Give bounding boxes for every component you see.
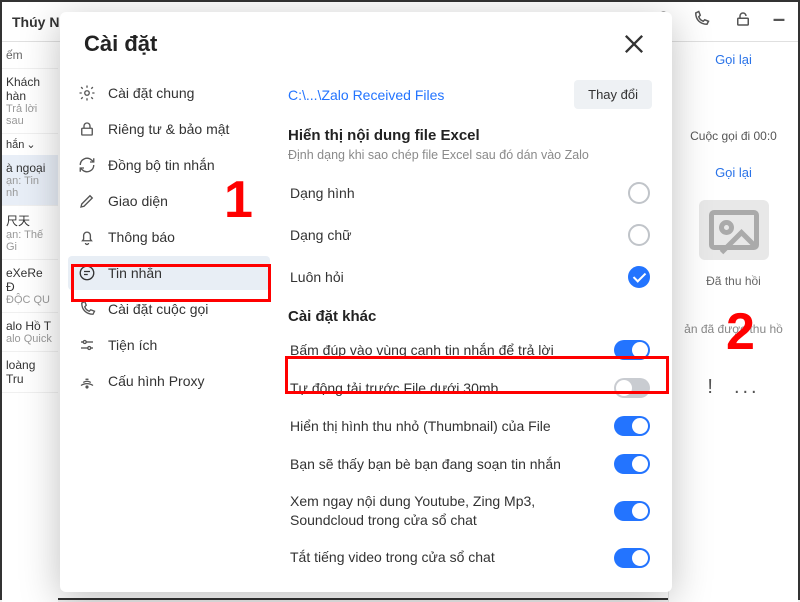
sidebar-item-messages[interactable]: Tin nhắn <box>68 256 270 290</box>
bell-icon <box>78 228 96 246</box>
phone-icon <box>78 300 96 318</box>
radio-icon <box>628 224 650 246</box>
lock-icon[interactable] <box>734 10 752 28</box>
lock-icon <box>78 120 96 138</box>
more-actions[interactable]: !... <box>669 366 798 409</box>
sidebar-item-notifications[interactable]: Thông báo <box>68 220 270 254</box>
toggle-mute-video[interactable]: Tắt tiếng video trong cửa sổ chat <box>288 539 652 577</box>
radio-option-text[interactable]: Dạng chữ <box>288 214 652 256</box>
window-controls: – <box>656 10 788 28</box>
list-item: à ngoạiạn: Tin nh <box>2 155 58 206</box>
radio-checked-icon <box>628 266 650 288</box>
toggle-switch <box>614 340 650 360</box>
toggle-media-preview[interactable]: Xem ngay nội dung Youtube, Zing Mp3, Sou… <box>288 483 652 539</box>
bg-chat-list: ếm Khách hànTrả lời sau hắn⌄ à ngoạiạn: … <box>2 42 58 602</box>
settings-content: C:\...\Zalo Received Files Thay đổi Hiển… <box>278 70 672 592</box>
list-item: alo Hồ Talo Quick <box>2 313 58 352</box>
signal-icon <box>78 372 96 390</box>
sidebar-item-proxy[interactable]: Cấu hình Proxy <box>68 364 270 398</box>
callback-pill[interactable]: Gọi lại <box>669 155 798 190</box>
phone-icon[interactable] <box>692 10 710 28</box>
list-item: 尺天ạn: Thế Gi <box>2 206 58 260</box>
toggle-switch <box>614 501 650 521</box>
toggle-label: Bạn sẽ thấy bạn bè bạn đang soạn tin nhắ… <box>290 455 604 474</box>
radio-option-ask[interactable]: Luôn hỏi <box>288 256 652 298</box>
close-button[interactable] <box>620 30 648 58</box>
other-section-title: Cài đặt khác <box>288 308 652 325</box>
settings-sidebar: Cài đặt chung Riêng tư & bảo mật Đồng bộ… <box>60 70 278 592</box>
sidebar-item-label: Tiện ích <box>108 337 157 353</box>
sidebar-item-sync[interactable]: Đồng bộ tin nhắn <box>68 148 270 182</box>
sidebar-item-label: Riêng tư & bảo mật <box>108 121 229 137</box>
sync-icon <box>78 156 96 174</box>
list-item: Khách hànTrả lời sau <box>2 69 58 134</box>
excel-section-title: Hiển thị nội dung file Excel <box>288 127 652 144</box>
sidebar-item-privacy[interactable]: Riêng tư & bảo mật <box>68 112 270 146</box>
list-item: loàng Tru <box>2 352 58 393</box>
modal-title: Cài đặt <box>84 31 157 57</box>
list-item: eXeRe ĐĐỘC QU <box>2 260 58 313</box>
sidebar-item-general[interactable]: Cài đặt chung <box>68 76 270 110</box>
gear-icon <box>78 84 96 102</box>
pin-dropdown[interactable]: hắn⌄ <box>2 134 58 155</box>
toggle-thumbnail[interactable]: Hiển thị hình thu nhỏ (Thumbnail) của Fi… <box>288 407 652 445</box>
modal-header: Cài đặt <box>60 12 672 70</box>
radio-icon <box>628 182 650 204</box>
toggle-label: Hiển thị hình thu nhỏ (Thumbnail) của Fi… <box>290 417 604 436</box>
toggle-label: Xem ngay nội dung Youtube, Zing Mp3, Sou… <box>290 492 604 530</box>
callback-pill[interactable]: Gọi lại <box>669 42 798 77</box>
radio-option-image[interactable]: Dạng hình <box>288 172 652 214</box>
toggle-switch <box>614 548 650 568</box>
sidebar-item-theme[interactable]: Giao diện <box>68 184 270 218</box>
toggle-doubleclick-reply[interactable]: Bấm đúp vào vùng cạnh tin nhắn để trả lờ… <box>288 331 652 369</box>
chat-icon <box>78 264 96 282</box>
pencil-icon <box>78 192 96 210</box>
sidebar-item-label: Giao diện <box>108 193 168 209</box>
sidebar-item-label: Tin nhắn <box>108 265 162 281</box>
radio-label: Dạng chữ <box>290 227 352 243</box>
sidebar-item-label: Cài đặt cuộc gọi <box>108 301 208 317</box>
chevron-down-icon: ⌄ <box>26 138 35 151</box>
sliders-icon <box>78 336 96 354</box>
toggle-autodownload[interactable]: Tự động tải trước File dưới 30mb <box>288 369 652 407</box>
toggle-label: Tắt tiếng video trong cửa sổ chat <box>290 548 604 567</box>
call-duration: Cuộc gọi đi 00:0 <box>669 117 798 155</box>
radio-label: Dạng hình <box>290 185 355 201</box>
excel-section-desc: Định dạng khi sao chép file Excel sau đó… <box>288 148 652 162</box>
toggle-label: Tự động tải trước File dưới 30mb <box>290 379 604 398</box>
sidebar-item-utilities[interactable]: Tiện ích <box>68 328 270 362</box>
sidebar-item-call-settings[interactable]: Cài đặt cuộc gọi <box>68 292 270 326</box>
minimize-icon[interactable]: – <box>770 10 788 28</box>
image-placeholder-icon <box>699 200 769 260</box>
toggle-typing-indicator[interactable]: Bạn sẽ thấy bạn bè bạn đang soạn tin nhắ… <box>288 445 652 483</box>
toggle-switch <box>614 416 650 436</box>
sidebar-item-label: Đồng bộ tin nhắn <box>108 157 215 173</box>
bg-search: ếm <box>2 42 58 69</box>
bg-right-panel: Gọi lại Cuộc gọi đi 00:0 Gọi lại Đã thu … <box>668 42 798 602</box>
toggle-switch <box>614 378 650 398</box>
download-path-link[interactable]: C:\...\Zalo Received Files <box>288 87 444 103</box>
recalled-text: ản đã được thu hồ <box>669 292 798 366</box>
sidebar-item-label: Thông báo <box>108 229 175 245</box>
settings-modal: Cài đặt Cài đặt chung Riêng tư & bảo mật… <box>60 12 672 592</box>
toggle-switch <box>614 454 650 474</box>
sidebar-item-label: Cấu hình Proxy <box>108 373 205 389</box>
toggle-label: Bấm đúp vào vùng cạnh tin nhắn để trả lờ… <box>290 341 604 360</box>
sidebar-item-label: Cài đặt chung <box>108 85 194 101</box>
recall-label: Đã thu hồi <box>669 270 798 292</box>
radio-label: Luôn hỏi <box>290 269 344 285</box>
change-path-button[interactable]: Thay đổi <box>574 80 652 109</box>
